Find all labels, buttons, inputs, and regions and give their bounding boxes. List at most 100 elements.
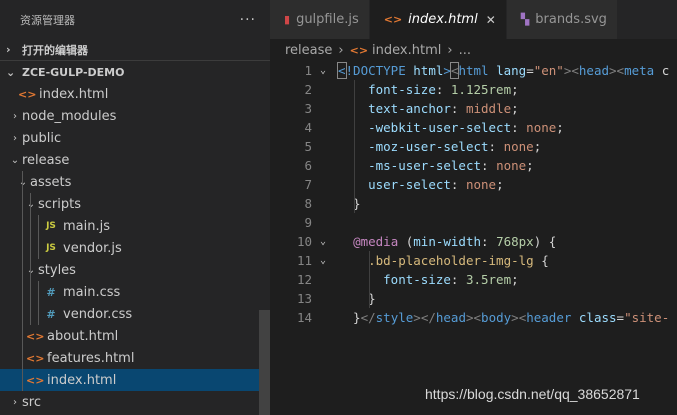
indent-guide — [369, 251, 370, 308]
tree-item-label: vendor.js — [63, 240, 122, 256]
code-token: -ms-user-select — [368, 158, 481, 173]
tree-item[interactable]: JS vendor.js — [0, 237, 270, 259]
tree-item[interactable]: ⌄ release — [0, 149, 270, 171]
indent-guide — [38, 215, 39, 237]
tree-item[interactable]: # main.css — [0, 281, 270, 303]
tree-item[interactable]: ⌄scripts — [0, 193, 270, 215]
code-token: < — [571, 63, 579, 78]
indent-guide — [22, 281, 23, 303]
indent-guide — [30, 193, 31, 215]
code-token: -webkit-user-select — [368, 120, 512, 135]
breadcrumb-file[interactable]: index.html — [372, 43, 441, 58]
code-token: lang — [496, 63, 527, 78]
chevron-down-icon: ⌄ — [24, 265, 38, 276]
line-number: 14 — [296, 310, 312, 325]
tree-item[interactable]: <> features.html — [0, 347, 270, 369]
explorer-header: 资源管理器 ··· — [0, 0, 270, 39]
watermark: https://blog.csdn.net/qq_38652871 — [425, 386, 640, 402]
tree-item-label: release — [22, 152, 70, 168]
code-token: } — [338, 196, 361, 211]
indent-guide — [22, 325, 23, 347]
breadcrumb-separator-icon: › — [338, 42, 344, 58]
code-token: > — [413, 310, 421, 325]
line-number: 7 — [304, 177, 312, 192]
code-token: : — [450, 272, 466, 287]
tree-item[interactable]: › public — [0, 127, 270, 149]
code-token: } — [338, 310, 361, 325]
code-token: > — [609, 63, 617, 78]
code-token: = — [526, 63, 534, 78]
tree-item[interactable]: › node_modules — [0, 105, 270, 127]
code-line: 7 user-select: none; — [270, 175, 677, 194]
code-token: meta — [624, 63, 655, 78]
code-token: none — [496, 158, 527, 173]
tab-brands-svg[interactable]: ▚ brands.svg — [506, 0, 618, 39]
code-token: -moz-user-select — [368, 139, 489, 154]
close-icon[interactable]: ✕ — [486, 13, 496, 27]
indent-guide — [22, 237, 23, 259]
tab-gulpfile-js[interactable]: ▮ gulpfile.js — [270, 0, 370, 39]
project-section[interactable]: ⌄ ZCE-GULP-DEMO — [0, 61, 270, 83]
indent-guide — [38, 281, 39, 303]
code-token: : — [488, 139, 504, 154]
code-token: : — [481, 158, 497, 173]
fold-chevron-icon[interactable]: ⌄ — [320, 251, 332, 270]
tree-item[interactable]: <> index.html — [0, 369, 270, 391]
code-token: ( — [398, 234, 414, 249]
indent-guide — [354, 80, 355, 213]
fold-chevron-icon[interactable]: ⌄ — [320, 61, 332, 80]
code-text: font-size: 3.5rem; — [338, 270, 518, 289]
code-token: middle — [465, 101, 512, 116]
line-number: 13 — [296, 291, 312, 306]
tree-item[interactable]: <> about.html — [0, 325, 270, 347]
code-token: 3.5rem — [465, 272, 512, 287]
indent-guide — [22, 347, 23, 369]
tree-item[interactable]: <> index.html — [0, 83, 270, 105]
code-token: c — [654, 63, 670, 78]
breadcrumb-folder[interactable]: release — [285, 43, 332, 58]
indent-guide — [22, 259, 23, 281]
code-token: < — [337, 62, 347, 79]
code-token: head — [435, 310, 466, 325]
indent-guide — [22, 215, 23, 237]
code-text: @media (min-width: 768px) { — [338, 232, 556, 251]
code-token: 768px — [496, 234, 534, 249]
code-token: ; — [556, 120, 564, 135]
code-text: <!DOCTYPE html><html lang="en"><head><me… — [337, 61, 670, 80]
indent-guide — [22, 171, 23, 193]
chevron-down-icon: ⌄ — [10, 154, 20, 166]
chevron-down-icon: ⌄ — [6, 65, 16, 79]
chevron-right-icon: › — [13, 132, 17, 144]
code-token: ; — [496, 177, 504, 192]
code-token: < — [473, 310, 482, 325]
tab-label: index.html — [408, 12, 478, 27]
fold-chevron-icon[interactable]: ⌄ — [320, 232, 332, 251]
code-token: none — [526, 120, 557, 135]
tab-index-html[interactable]: <> index.html ✕ — [369, 0, 507, 39]
code-token: ; — [511, 82, 519, 97]
code-line: 9 — [270, 213, 677, 232]
tree-item[interactable]: # vendor.css — [0, 303, 270, 325]
tree-item-label: styles — [38, 262, 76, 278]
line-number: 5 — [304, 139, 312, 154]
breadcrumb-more[interactable]: ... — [459, 43, 471, 58]
more-actions-icon[interactable]: ··· — [240, 12, 256, 28]
breadcrumb: release › <> index.html › ... — [270, 39, 677, 61]
open-editors-label: 打开的编辑器 — [22, 43, 88, 57]
line-number: 12 — [296, 272, 312, 287]
code-line: 8 } — [270, 194, 677, 213]
tree-item[interactable]: › src — [0, 391, 270, 413]
tree-item[interactable]: JS main.js — [0, 215, 270, 237]
line-number: 6 — [304, 158, 312, 173]
sidebar-scrollbar[interactable] — [259, 310, 270, 415]
tree-item[interactable]: ⌄styles — [0, 259, 270, 281]
file-tree: <> index.html › node_modules › public ⌄ release… — [0, 83, 270, 413]
tree-item[interactable]: ⌄assets — [0, 171, 270, 193]
chevron-right-icon: › — [13, 110, 17, 122]
open-editors-section[interactable]: › 打开的编辑器 — [0, 39, 270, 61]
project-label: ZCE-GULP-DEMO — [22, 65, 125, 79]
code-editor[interactable]: 1 ⌄ <!DOCTYPE html><html lang="en"><head><… — [270, 61, 677, 415]
code-line: 1 ⌄ <!DOCTYPE html><html lang="en"><head><… — [270, 61, 677, 80]
